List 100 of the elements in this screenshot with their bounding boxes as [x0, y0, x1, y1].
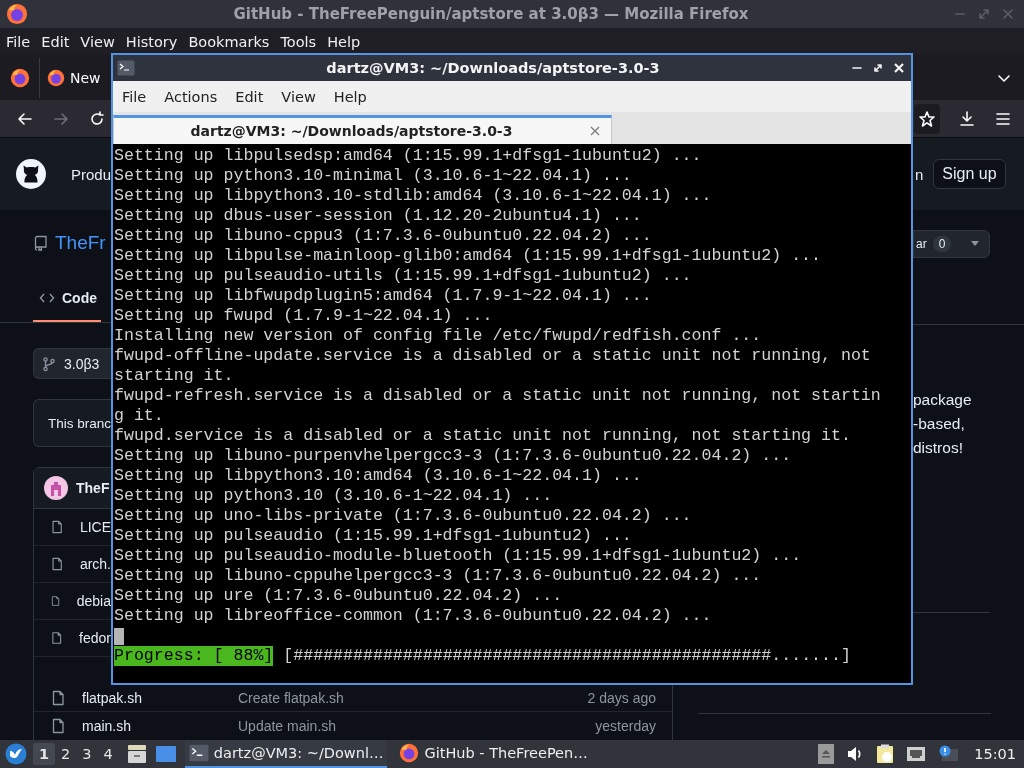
menu-item[interactable]: Tools — [280, 33, 317, 50]
output-line: Setting up pulseaudio-utils (1:15.99.1+dfsg1-1ubuntu2) ... — [114, 266, 693, 286]
file-name-link[interactable]: fedor — [79, 630, 111, 646]
output-line: Setting up fwupd (1.7.9-1~22.04.1) ... — [114, 306, 494, 326]
menu-item[interactable]: View — [80, 33, 115, 50]
repo-owner-link[interactable]: TheFr — [55, 231, 106, 254]
output-line: g it. — [114, 406, 165, 426]
output-line: starting it. — [114, 366, 235, 386]
branch-selector[interactable]: 3.0β3 — [33, 348, 111, 379]
menu-item[interactable]: Bookmarks — [188, 33, 270, 50]
workspace-button[interactable]: 4 — [97, 743, 119, 765]
caret-down-icon[interactable] — [970, 241, 980, 247]
output-line: fwupd-offline-update.service is a disabled or a static unit not running, not — [114, 346, 872, 366]
about-text: package — [913, 390, 973, 410]
sign-in-link[interactable]: n — [915, 165, 924, 183]
file-name-link[interactable]: LICE — [79, 519, 111, 535]
output-line: Installing new version of config file /etc/fwupd/redfish.conf ... — [114, 326, 763, 346]
commit-time: 2 days ago — [587, 690, 657, 706]
window-title: GitHub - TheFreePenguin/aptstore at 3.0β3 — Mozilla Firefox — [232, 5, 750, 23]
start-menu-icon[interactable] — [5, 743, 27, 765]
output-line: Setting up python3.10-minimal (3.10.6-1~22.04.1) ... — [114, 166, 633, 186]
terminal-tab[interactable]: dartz@VM3: ~/Downloads/aptstore-3.0-3 — [113, 115, 612, 144]
output-line: Setting up libuno-purpenvhelpergcc3-3 (1:7.3.6-0ubuntu0.22.04.2) ... — [114, 446, 793, 466]
desktop-icon[interactable] — [154, 743, 177, 765]
workspace-button[interactable]: 1 — [33, 743, 56, 765]
network-icon[interactable] — [906, 745, 927, 763]
maximize-icon[interactable] — [872, 62, 884, 74]
output-line: Setting up ure (1:7.3.6-0ubuntu0.22.04.2) ... — [114, 586, 564, 606]
bookmark-star-button[interactable] — [914, 103, 940, 134]
file-name-link[interactable]: main.sh — [82, 718, 192, 734]
about-text: distros! — [913, 438, 964, 458]
output-line: Setting up libuno-cppuhelpergcc3-3 (1:7.3.6-0ubuntu0.22.04.2) ... — [114, 566, 763, 586]
output-line: Setting up uno-libs-private (1:7.3.6-0ubuntu0.22.04.2) ... — [114, 506, 693, 526]
taskbar-task[interactable]: dartz@VM3: ~/Downl… — [184, 740, 388, 768]
browser-logo-icon — [6, 3, 28, 25]
menu-item[interactable]: File — [6, 33, 31, 50]
sign-up-button[interactable]: Sign up — [933, 159, 1006, 189]
star-icon — [918, 109, 936, 128]
output-line: fwupd-refresh.service is a disabled or a static unit not running, not startin — [114, 386, 882, 406]
browser-logo-icon — [47, 68, 65, 87]
commit-author[interactable]: TheF — [76, 480, 110, 496]
output-line: Setting up pulseaudio (1:15.99.1+dfsg1-1ubuntu2) ... — [114, 526, 633, 546]
output-line: Setting up libpython3.10-stdlib:amd64 (3.10.6-1~22.04.1) ... — [114, 186, 713, 206]
output-line: Setting up pulseaudio-module-bluetooth (1:15.99.1+dfsg1-1ubuntu2) ... — [114, 546, 803, 566]
terminal-icon — [188, 744, 209, 762]
menu-item[interactable]: Edit — [235, 88, 276, 105]
about-text: -based, — [913, 414, 966, 434]
menu-item[interactable]: Help — [327, 33, 361, 50]
commit-time: yesterday — [595, 718, 657, 734]
output-line: Setting up libfwupdplugin5:amd64 (1.7.9-1~22.04.1) ... — [114, 286, 653, 306]
file-name-link[interactable]: flatpak.sh — [82, 690, 192, 706]
output-line: Setting up python3.10 (3.10.6-1~22.04.1) ... — [114, 486, 554, 506]
menu-item[interactable]: Edit — [41, 33, 70, 50]
menu-item[interactable]: Actions — [164, 88, 230, 105]
file-cabinet-icon[interactable] — [125, 743, 148, 765]
window-title: dartz@VM3: ~/Downloads/aptstore-3.0-3 — [325, 60, 661, 76]
nav-link[interactable]: Produ — [70, 165, 111, 183]
avatar-icon[interactable] — [44, 476, 68, 500]
browser-logo-icon — [399, 743, 420, 763]
text-cursor — [114, 627, 124, 645]
download-icon[interactable] — [958, 109, 976, 128]
menu-item[interactable]: History — [125, 33, 178, 50]
terminal-icon — [117, 60, 135, 76]
file-icon — [50, 519, 64, 535]
browser-logo-icon — [9, 67, 30, 88]
eject-icon[interactable] — [818, 744, 835, 764]
output-line: Setting up libpython3.10:amd64 (3.10.6-1~22.04.1) ... — [114, 466, 643, 486]
output-line: Setting up dbus-user-session (1.12.20-2ubuntu4.1) ... — [114, 206, 643, 226]
menu-item[interactable]: Help — [333, 88, 379, 105]
notice-text: This branc — [48, 415, 112, 431]
reload-icon[interactable] — [88, 109, 106, 128]
commit-message-link[interactable]: Update main.sh — [238, 718, 337, 734]
star-button[interactable]: ar 0 — [913, 230, 961, 258]
file-icon — [50, 718, 66, 734]
taskbar-task[interactable]: GitHub - TheFreePen… — [395, 740, 592, 768]
output-line: Setting up libuno-cppu3 (1:7.3.6-0ubuntu0.22.04.2) ... — [114, 226, 653, 246]
file-name-link[interactable]: arch. — [79, 556, 111, 572]
menu-item[interactable]: View — [281, 88, 328, 105]
output-line: Setting up libpulsedsp:amd64 (1:15.99.1+dfsg1-1ubuntu2) ... — [114, 146, 703, 166]
commit-message-link[interactable]: Create flatpak.sh — [238, 690, 344, 706]
cat-logo-icon[interactable] — [16, 158, 46, 190]
star-count: 0 — [932, 236, 952, 252]
repo-icon — [33, 234, 49, 251]
workspace-button[interactable]: 3 — [76, 743, 98, 765]
notification-icon[interactable] — [938, 745, 959, 763]
output-line: fwupd.service is a disabled or a static unit not running, not starting it. — [114, 426, 852, 446]
menu-item[interactable]: File — [122, 88, 159, 105]
repo-tab[interactable]: Code — [33, 275, 101, 322]
clipboard-icon[interactable] — [876, 744, 895, 764]
browser-tab[interactable]: New — [44, 59, 104, 96]
clock: 15:01 — [974, 746, 1016, 762]
workspace-button[interactable]: 2 — [55, 743, 77, 765]
close-tab-icon[interactable] — [589, 125, 601, 137]
progress-label: Progress: [ 88%] — [114, 646, 274, 666]
file-icon — [50, 593, 61, 609]
file-icon — [50, 690, 66, 706]
progress-bar-text: [################################################.......] — [283, 646, 851, 666]
file-name-link[interactable]: debia — [76, 593, 111, 609]
output-line: Setting up libreoffice-common (1:7.3.6-0ubuntu0.22.04.2) ... — [114, 606, 713, 626]
branch-icon — [41, 355, 57, 372]
